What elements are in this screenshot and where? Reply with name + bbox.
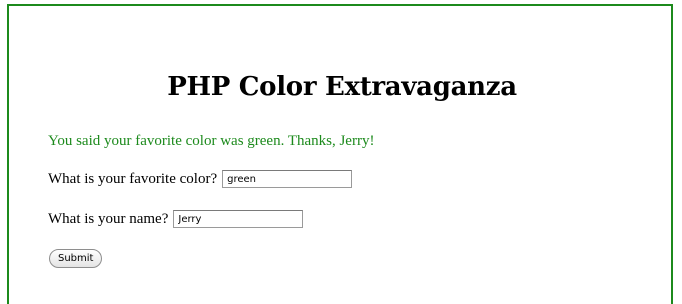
favorite-color-input[interactable]	[222, 170, 353, 188]
page-title: PHP Color Extravaganza	[167, 72, 517, 102]
submit-button[interactable]: Submit	[49, 249, 103, 268]
name-row: What is your name?	[48, 209, 304, 229]
favorite-color-label: What is your favorite color?	[48, 171, 218, 187]
page-frame: PHP Color Extravaganza You said your fav…	[7, 4, 673, 304]
name-input[interactable]	[173, 210, 304, 228]
favorite-color-row: What is your favorite color?	[48, 169, 353, 189]
confirmation-message: You said your favorite color was green. …	[48, 133, 375, 149]
name-label: What is your name?	[48, 211, 169, 227]
